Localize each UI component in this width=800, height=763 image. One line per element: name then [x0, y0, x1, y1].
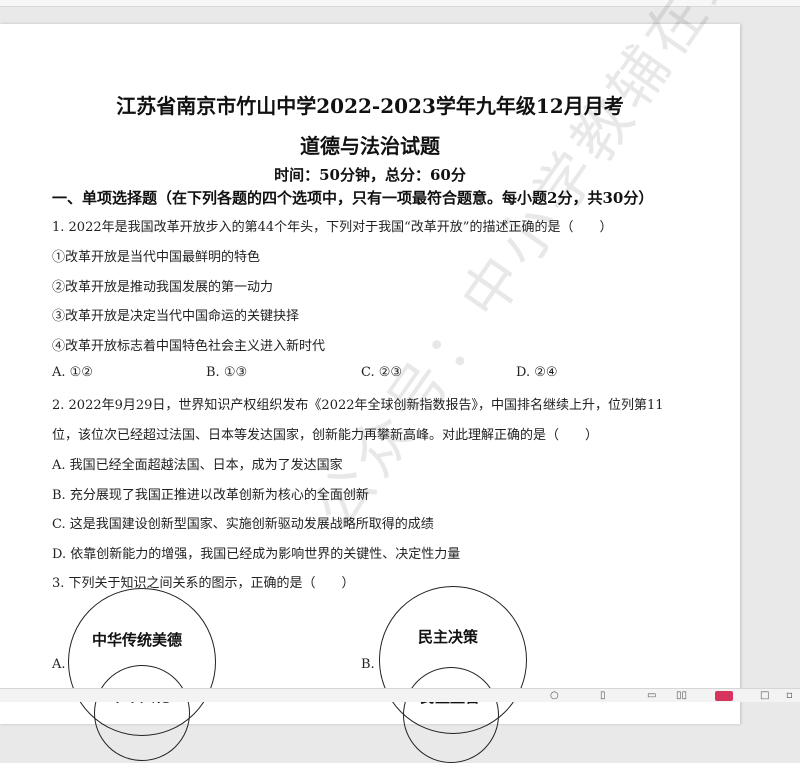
question-1-option-d: D. ②④ [516, 365, 558, 380]
diagram-a-label: A. [52, 657, 66, 672]
diagram-b-outer-label: 民主决策 [418, 628, 479, 646]
page-view-icon[interactable]: ▭ [647, 691, 659, 701]
single-page-icon[interactable]: ▯ [600, 691, 612, 701]
section-heading: 一、单项选择题（在下列各题的四个选项中，只有一项最符合题意。每小题2分，共30分… [52, 189, 654, 207]
question-1-option-c: C. ②③ [361, 365, 403, 380]
question-1-item: ①改革开放是当代中国最鲜明的特色 [52, 250, 261, 265]
question-2-option-b: B. 充分展现了我国正推进以改革创新为核心的全面创新 [52, 488, 369, 503]
question-2-option-a: A. 我国已经全面超越法国、日本，成为了发达国家 [52, 458, 343, 473]
question-2-stem-line1: 2. 2022年9月29日，世界知识产权组织发布《2022年全球创新指数报告》，… [52, 398, 664, 413]
question-1-option-b: B. ①③ [206, 365, 248, 380]
question-1-item: ④改革开放标志着中国特色社会主义进入新时代 [52, 339, 326, 354]
more-icon[interactable]: ▫ [786, 691, 798, 701]
diagram-a-inner-circle [94, 665, 190, 761]
question-3-stem: 3. 下列关于知识之间关系的图示，正确的是（ ） [52, 576, 355, 591]
document-title: 江苏省南京市竹山中学2022-2023学年九年级12月月考 [116, 94, 624, 118]
document-page: 公众号：中小学教辅在线 江苏省南京市竹山中学2022-2023学年九年级12月月… [0, 0, 760, 763]
question-2-option-d: D. 依靠创新能力的增强，我国已经成为影响世界的关键性、决定性力量 [52, 547, 461, 562]
two-page-icon[interactable]: ▯▯ [676, 691, 688, 701]
question-1-option-a: A. ①② [52, 365, 93, 380]
document-subtitle: 道德与法治试题 [300, 134, 440, 158]
diagram-a-outer-label: 中华传统美德 [92, 631, 183, 649]
red-badge-icon[interactable] [715, 691, 733, 701]
question-1-stem: 1. 2022年是我国改革开放步入的第44个年头，下列对于我国“改革开放”的描述… [52, 220, 613, 235]
question-1-item: ③改革开放是决定当代中国命运的关键抉择 [52, 309, 300, 324]
question-2-option-c: C. 这是我国建设创新型国家、实施创新驱动发展战略所取得的成绩 [52, 517, 434, 532]
exam-meta: 时间：50分钟，总分：60分 [274, 166, 466, 184]
fit-icon[interactable]: □ [760, 691, 772, 701]
question-2-stem-line2: 位，该位次已经超过法国、日本等发达国家，创新能力再攀新高峰。对此理解正确的是（ … [52, 428, 599, 443]
diagram-b-label: B. [361, 657, 375, 672]
zoom-out-icon[interactable]: ○ [550, 691, 562, 701]
question-1-item: ②改革开放是推动我国发展的第一动力 [52, 280, 274, 295]
watermark: 公众号：中小学教辅在线 [300, 0, 761, 541]
diagram-b-inner-circle [403, 667, 499, 763]
window-top-strip [0, 0, 800, 7]
bottom-toolbar: ○ ▯ ▭ ▯▯ □ ▫ [0, 688, 800, 702]
